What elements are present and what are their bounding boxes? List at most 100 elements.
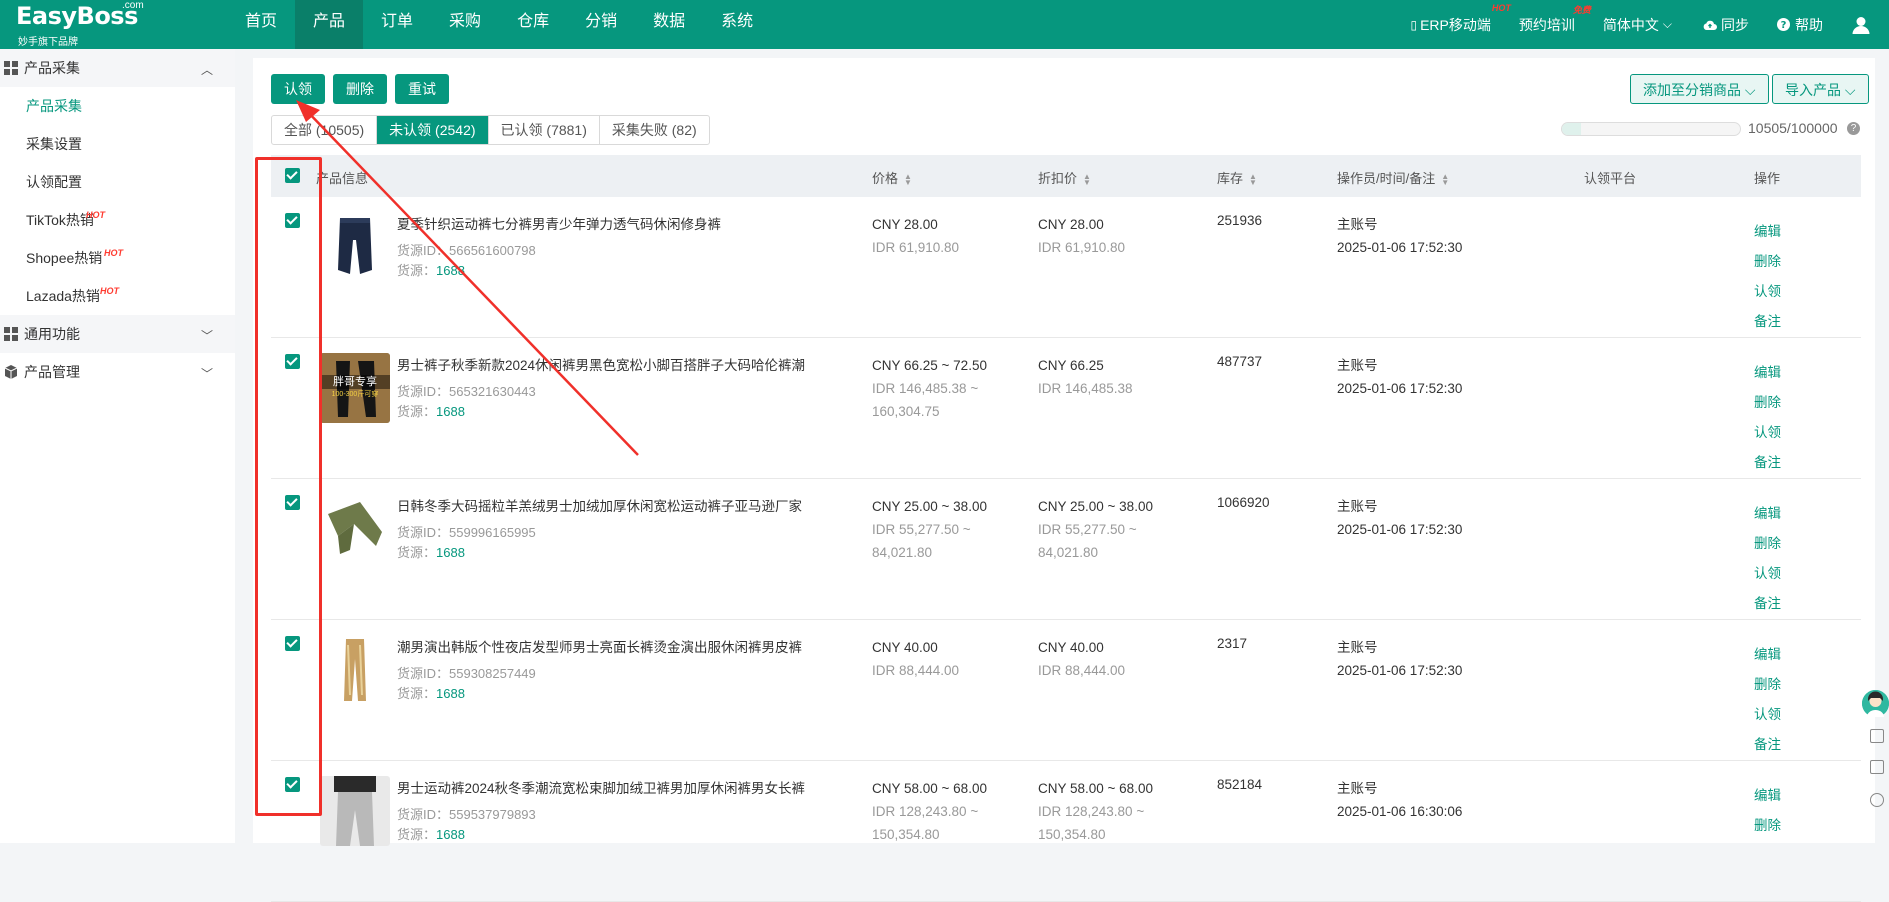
table-row: 日韩冬季大码摇粒羊羔绒男士加绒加厚休闲宽松运动裤子亚马逊厂家 货源ID：5599… — [271, 479, 1861, 620]
claim-link[interactable]: 认领 — [1754, 700, 1781, 730]
operator-cell: 主账号 2025-01-06 17:52:30 — [1337, 495, 1462, 541]
delete-link[interactable]: 删除 — [1754, 811, 1781, 841]
stock-value: 2317 — [1217, 636, 1248, 651]
sidebar-item-collection[interactable]: 产品采集 — [0, 87, 235, 125]
mobile-icon: ▯ — [1410, 17, 1418, 32]
operator-cell: 主账号 2025-01-06 17:52:30 — [1337, 213, 1462, 259]
sort-icon: ▲ ▼ — [1249, 171, 1257, 187]
header-discount[interactable]: 折扣价 ▲ ▼ — [1038, 168, 1091, 187]
faq-icon[interactable] — [1870, 729, 1884, 743]
sidebar-item-collection-settings[interactable]: 采集设置 — [0, 125, 235, 163]
customer-service-avatar[interactable] — [1862, 690, 1889, 717]
sidebar-item-label: TikTok热销 — [26, 212, 94, 228]
operator-name: 主账号 — [1337, 358, 1378, 373]
product-thumbnail[interactable] — [320, 635, 390, 705]
note-link[interactable]: 备注 — [1754, 589, 1781, 619]
product-title[interactable]: 男士运动裤2024秋冬季潮流宽松束脚加绒卫裤男加厚休闲裤男女长裤 — [397, 777, 805, 797]
claim-link[interactable]: 认领 — [1754, 277, 1781, 307]
sidebar-group-product-management[interactable]: 产品管理 ﹀ — [0, 353, 235, 391]
product-title[interactable]: 男士裤子秋季新款2024休闲裤男黑色宽松小脚百搭胖子大码哈伦裤潮 — [397, 354, 805, 374]
nav-data[interactable]: 数据 — [635, 0, 703, 49]
help-button[interactable]: ? 帮助 — [1777, 15, 1823, 35]
retry-button[interactable]: 重试 — [395, 74, 449, 104]
product-title[interactable]: 潮男演出韩版个性夜店发型师男士亮面长裤烫金演出服休闲裤男皮裤 — [397, 636, 802, 656]
delete-link[interactable]: 删除 — [1754, 670, 1781, 700]
help-icon[interactable]: ? — [1847, 122, 1860, 135]
source-label: 货源： — [397, 404, 437, 419]
tab-all[interactable]: 全部 (10505) — [272, 116, 378, 144]
edit-link[interactable]: 编辑 — [1754, 499, 1781, 529]
discount-idr: IDR 55,277.50 ~ — [1038, 522, 1137, 537]
user-icon[interactable] — [1851, 15, 1871, 35]
edit-link[interactable]: 编辑 — [1754, 217, 1781, 247]
delete-link[interactable]: 删除 — [1754, 388, 1781, 418]
language-select[interactable]: 简体中文 ⌵ — [1603, 15, 1675, 35]
erp-mobile-link[interactable]: ▯ ERP移动端 HOT — [1410, 3, 1510, 35]
refresh-icon[interactable] — [1870, 793, 1884, 807]
table-row: 男士运动裤2024秋冬季潮流宽松束脚加绒卫裤男加厚休闲裤男女长裤 货源ID：55… — [271, 761, 1861, 902]
discount-cell: CNY 28.00 IDR 61,910.80 — [1038, 213, 1168, 259]
source-link[interactable]: 1688 — [436, 545, 465, 560]
delete-link[interactable]: 删除 — [1754, 529, 1781, 559]
source-link[interactable]: 1688 — [436, 404, 465, 419]
hot-badge: HOT — [86, 210, 105, 220]
header-price[interactable]: 价格 ▲ ▼ — [872, 168, 912, 187]
note-link[interactable]: 备注 — [1754, 448, 1781, 478]
price-cell: CNY 25.00 ~ 38.00 IDR 55,277.50 ~ 84,021.8… — [872, 495, 1002, 564]
nav-distribution[interactable]: 分销 — [567, 0, 635, 49]
import-product-button[interactable]: 导入产品 ⌵ — [1772, 74, 1869, 104]
sidebar-group-label: 通用功能 — [24, 326, 80, 342]
chat-icon[interactable] — [1870, 760, 1884, 774]
sidebar-group-collection[interactable]: 产品采集 ︿ — [0, 49, 235, 87]
header-operator[interactable]: 操作员/时间/备注 ▲ ▼ — [1337, 168, 1449, 187]
add-to-distribution-button[interactable]: 添加至分销商品 ⌵ — [1630, 74, 1769, 104]
claim-link[interactable]: 认领 — [1754, 559, 1781, 589]
discount-cny: CNY 28.00 — [1038, 217, 1104, 232]
tab-unclaimed[interactable]: 未认领 (2542) — [377, 116, 489, 144]
source-link[interactable]: 1688 — [436, 827, 465, 842]
source-link[interactable]: 1688 — [436, 686, 465, 701]
nav-product[interactable]: 产品 — [295, 0, 364, 49]
price-cell: CNY 40.00 IDR 88,444.00 — [872, 636, 1002, 682]
delete-button[interactable]: 删除 — [333, 74, 387, 104]
sidebar-item-claim-config[interactable]: 认领配置 — [0, 163, 235, 201]
edit-link[interactable]: 编辑 — [1754, 640, 1781, 670]
operator-time: 2025-01-06 16:30:06 — [1337, 804, 1463, 819]
quota-progress-fill — [1562, 123, 1581, 135]
nav-home[interactable]: 首页 — [227, 0, 295, 49]
edit-link[interactable]: 编辑 — [1754, 781, 1781, 811]
product-thumbnail[interactable] — [320, 494, 390, 564]
delete-link[interactable]: 删除 — [1754, 247, 1781, 277]
sync-label: 同步 — [1721, 16, 1749, 33]
sidebar-group-general[interactable]: 通用功能 ﹀ — [0, 315, 235, 353]
product-thumbnail[interactable]: 胖哥专享 100-300斤可穿 — [320, 353, 390, 423]
tab-claimed[interactable]: 已认领 (7881) — [489, 116, 600, 144]
edit-link[interactable]: 编辑 — [1754, 358, 1781, 388]
note-link[interactable]: 备注 — [1754, 730, 1781, 760]
product-title[interactable]: 日韩冬季大码摇粒羊羔绒男士加绒加厚休闲宽松运动裤子亚马逊厂家 — [397, 495, 802, 515]
discount-cell: CNY 66.25 IDR 146,485.38 — [1038, 354, 1168, 400]
claim-button[interactable]: 认领 — [271, 74, 325, 104]
discount-cny: CNY 40.00 — [1038, 640, 1104, 655]
product-thumbnail[interactable] — [320, 212, 390, 282]
claim-link[interactable]: 认领 — [1754, 418, 1781, 448]
product-title[interactable]: 夏季针织运动裤七分裤男青少年弹力透气码休闲修身裤 — [397, 213, 721, 233]
sync-button[interactable]: 同步 — [1703, 15, 1749, 35]
training-link[interactable]: 预约培训 免费 — [1519, 5, 1591, 35]
nav-warehouse[interactable]: 仓库 — [499, 0, 567, 49]
note-link[interactable]: 备注 — [1754, 307, 1781, 337]
sort-icon: ▲ ▼ — [1083, 171, 1091, 187]
source-link[interactable]: 1688 — [436, 263, 465, 278]
tab-failed[interactable]: 采集失败 (82) — [600, 116, 709, 144]
discount-cell: CNY 40.00 IDR 88,444.00 — [1038, 636, 1168, 682]
nav-system[interactable]: 系统 — [703, 0, 771, 49]
row-actions: 编辑 删除 认领 备注 — [1754, 640, 1781, 760]
annotation-highlight-box — [255, 157, 322, 816]
header-stock[interactable]: 库存 ▲ ▼ — [1217, 168, 1257, 187]
logo[interactable]: EasyBoss .com 妙手旗下品牌 — [0, 0, 215, 49]
discount-idr-cont: 84,021.80 — [1038, 545, 1099, 560]
nav-orders[interactable]: 订单 — [363, 0, 431, 49]
sidebar-item-lazada-hot[interactable]: Lazada热销 HOT — [0, 277, 235, 315]
nav-purchase[interactable]: 采购 — [431, 0, 499, 49]
product-thumbnail[interactable] — [320, 776, 390, 846]
